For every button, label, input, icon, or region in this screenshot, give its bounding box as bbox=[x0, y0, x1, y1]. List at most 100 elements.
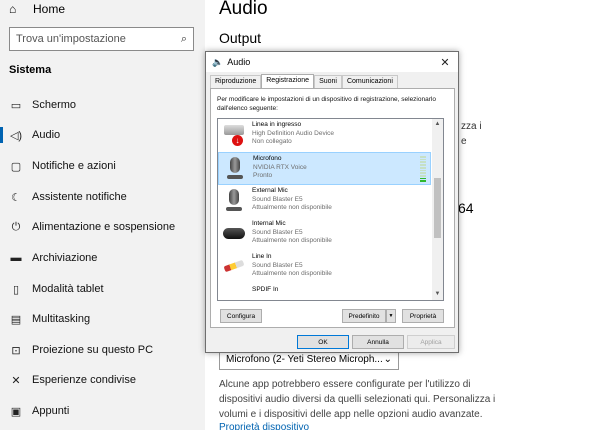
sidebar-item-multitasking[interactable]: ▤ Multitasking bbox=[9, 309, 199, 329]
sidebar-item-label: Schermo bbox=[32, 99, 77, 111]
list-item-microfono[interactable]: Microfono NVIDIA RTX Voice Pronto bbox=[218, 152, 431, 185]
device-status: Attualmente non disponibile bbox=[252, 204, 332, 211]
cancel-button[interactable]: Annulla bbox=[352, 335, 404, 349]
dialog-titlebar[interactable]: 🔈 Audio ✕ bbox=[206, 52, 458, 72]
home-link[interactable]: ⌂ Home bbox=[9, 0, 65, 18]
tab-riproduzione[interactable]: Riproduzione bbox=[210, 75, 262, 89]
clipboard-icon: ▣ bbox=[10, 405, 22, 418]
list-item-internal-mic[interactable]: Internal Mic Sound Blaster E5 Attualment… bbox=[218, 218, 431, 251]
sidebar-item-label: Archiviazione bbox=[32, 252, 98, 264]
configure-button[interactable]: Configura bbox=[220, 309, 262, 323]
device-name: External Mic bbox=[252, 187, 288, 194]
device-driver: Sound Blaster E5 bbox=[252, 228, 303, 236]
apply-button[interactable]: Applica bbox=[407, 335, 455, 349]
sidebar-item-esperienze[interactable]: ✕ Esperienze condivise bbox=[9, 370, 199, 390]
device-driver: NVIDIA RTX Voice bbox=[253, 163, 307, 171]
tab-comunicazioni[interactable]: Comunicazioni bbox=[341, 75, 398, 89]
obscured-text: 64 bbox=[458, 200, 474, 216]
obscured-text: e bbox=[461, 136, 467, 147]
sidebar-item-audio[interactable]: ◁) Audio bbox=[0, 125, 199, 145]
device-name: Linea in ingresso bbox=[252, 121, 302, 128]
shared-icon: ✕ bbox=[11, 374, 21, 387]
webcam-icon bbox=[220, 220, 248, 248]
storage-icon: ▬ bbox=[10, 252, 22, 264]
list-item-linea-in-ingresso[interactable]: ↓ Linea in ingresso High Definition Audi… bbox=[218, 119, 431, 152]
settings-search-input[interactable]: Trova un'impostazione ⌕ bbox=[9, 27, 194, 51]
scroll-up-icon[interactable]: ▲ bbox=[432, 119, 443, 130]
device-name: Internal Mic bbox=[252, 220, 286, 227]
notification-icon: ▢ bbox=[10, 160, 22, 173]
sidebar-item-schermo[interactable]: ▭ Schermo bbox=[9, 95, 199, 115]
device-properties-link[interactable]: Proprietà dispositivo bbox=[219, 422, 309, 430]
scroll-thumb[interactable] bbox=[434, 178, 441, 238]
device-name: Line In bbox=[252, 253, 272, 260]
sidebar-item-tablet[interactable]: ▯ Modalità tablet bbox=[9, 279, 199, 299]
sidebar-item-label: Alimentazione e sospensione bbox=[32, 221, 176, 233]
app-audio-description: Alcune app potrebbero essere configurate… bbox=[219, 379, 496, 420]
sidebar-item-label: Multitasking bbox=[32, 313, 91, 325]
device-status: Pronto bbox=[253, 172, 273, 179]
list-item-spdif-in[interactable]: SPDIF In bbox=[218, 284, 431, 300]
sidebar-item-proiezione[interactable]: ⊡ Proiezione su questo PC bbox=[9, 340, 199, 360]
chevron-down-icon[interactable]: ▼ bbox=[386, 309, 396, 323]
scroll-down-icon[interactable]: ▼ bbox=[432, 289, 443, 300]
sidebar-item-alimentazione[interactable]: ⏻ Alimentazione e sospensione bbox=[9, 217, 199, 237]
settings-sidebar: ⌂ Home Trova un'impostazione ⌕ Sistema ▭… bbox=[0, 0, 205, 430]
section-output-heading: Output bbox=[219, 30, 262, 46]
sidebar-item-label: Modalità tablet bbox=[32, 283, 104, 295]
tablet-icon: ▯ bbox=[12, 283, 20, 296]
level-meter bbox=[420, 156, 426, 183]
audio-jack-icon bbox=[220, 253, 248, 281]
sidebar-item-label: Audio bbox=[32, 129, 61, 141]
sidebar-item-label: Appunti bbox=[32, 405, 70, 417]
list-item-line-in[interactable]: Line In Sound Blaster E5 Attualmente non… bbox=[218, 251, 431, 284]
speaker-icon: 🔈 bbox=[212, 56, 224, 67]
home-icon: ⌂ bbox=[9, 2, 17, 16]
section-label: Sistema bbox=[9, 64, 52, 76]
device-name: SPDIF In bbox=[252, 286, 279, 293]
device-name: Microfono bbox=[253, 155, 282, 162]
properties-button[interactable]: Proprietà bbox=[402, 309, 444, 323]
power-icon: ⏻ bbox=[11, 220, 21, 233]
tab-registrazione[interactable]: Registrazione bbox=[261, 74, 315, 89]
device-status: Attualmente non disponibile bbox=[252, 237, 332, 244]
line-in-icon: ↓ bbox=[220, 121, 248, 149]
search-placeholder: Trova un'impostazione bbox=[16, 33, 126, 45]
sidebar-item-label: Assistente notifiche bbox=[32, 191, 127, 203]
device-driver: Sound Blaster E5 bbox=[252, 195, 303, 203]
sidebar-item-appunti[interactable]: ▣ Appunti bbox=[9, 401, 199, 421]
obscured-text: zza i bbox=[461, 121, 482, 132]
speaker-icon: ◁) bbox=[9, 129, 23, 142]
recording-intro: Per modificare le impostazioni di un dis… bbox=[217, 96, 436, 112]
dialog-tabs: Riproduzione Registrazione Suoni Comunic… bbox=[210, 74, 398, 89]
sidebar-item-label: Proiezione su questo PC bbox=[32, 344, 154, 356]
sidebar-item-label: Notifiche e azioni bbox=[32, 160, 116, 172]
device-driver: High Definition Audio Device bbox=[252, 129, 335, 137]
sidebar-item-notifiche[interactable]: ▢ Notifiche e azioni bbox=[9, 156, 199, 176]
home-label: Home bbox=[33, 2, 66, 16]
ok-button[interactable]: OK bbox=[297, 335, 349, 349]
list-item-external-mic[interactable]: External Mic Sound Blaster E5 Attualment… bbox=[218, 185, 431, 218]
recording-panel: Per modificare le impostazioni di un dis… bbox=[210, 88, 455, 328]
sidebar-item-label: Esperienze condivise bbox=[32, 374, 136, 386]
tab-suoni[interactable]: Suoni bbox=[314, 75, 342, 89]
device-list-scrollbar[interactable]: ▲ ▼ bbox=[432, 119, 443, 300]
microphone-icon bbox=[221, 155, 249, 183]
input-device-value: Microfono (2- Yeti Stereo Microph... bbox=[226, 353, 383, 365]
spdif-icon bbox=[220, 286, 248, 300]
chevron-down-icon: ⌄ bbox=[383, 353, 392, 365]
search-icon[interactable]: ⌕ bbox=[181, 33, 187, 46]
device-driver: Sound Blaster E5 bbox=[252, 261, 303, 269]
sidebar-item-assistente[interactable]: ☾ Assistente notifiche bbox=[9, 187, 199, 207]
set-default-button[interactable]: Predefinito bbox=[342, 309, 386, 323]
recording-device-list[interactable]: ↓ Linea in ingresso High Definition Audi… bbox=[217, 118, 444, 301]
dialog-title: Audio bbox=[227, 57, 251, 67]
device-status: Attualmente non disponibile bbox=[252, 270, 332, 277]
monitor-icon: ▭ bbox=[10, 99, 22, 112]
multitasking-icon: ▤ bbox=[10, 313, 22, 326]
moon-icon: ☾ bbox=[11, 191, 21, 204]
close-icon[interactable]: ✕ bbox=[438, 56, 452, 69]
page-title: Audio bbox=[219, 0, 268, 19]
device-status: Non collegato bbox=[252, 138, 292, 145]
sidebar-item-archiviazione[interactable]: ▬ Archiviazione bbox=[9, 248, 199, 268]
